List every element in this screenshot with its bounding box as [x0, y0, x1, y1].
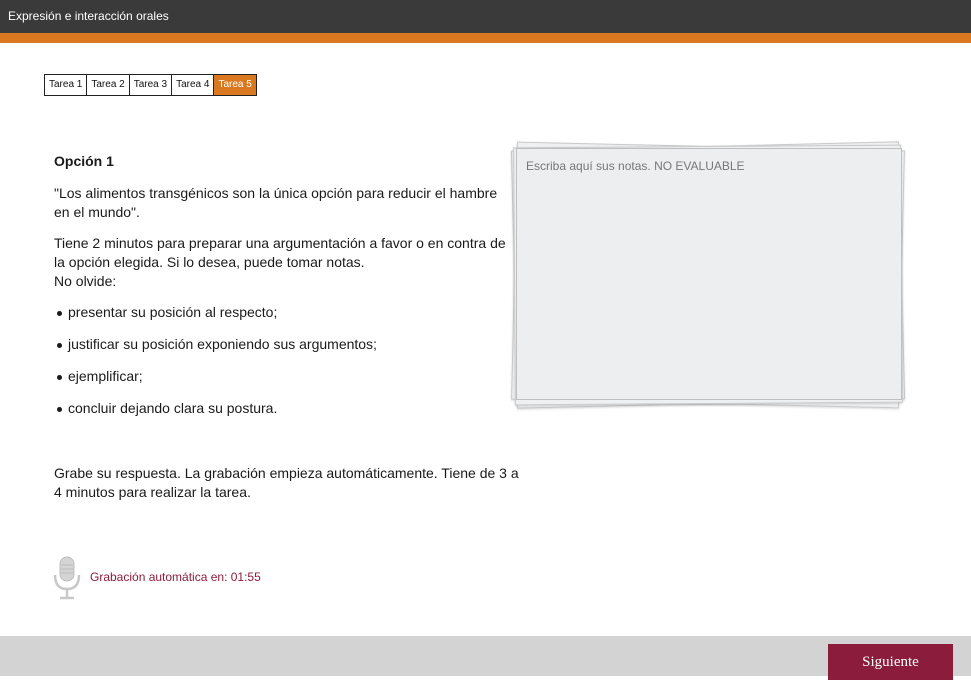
recording-instructions: Grabe su respuesta. La grabación empieza…	[54, 465, 519, 500]
instructions-reminder: No olvide:	[54, 273, 117, 289]
next-button[interactable]: Siguiente	[828, 644, 953, 680]
bullet-icon	[57, 407, 62, 412]
bullet-icon	[57, 311, 62, 316]
task-content: Opción 1 "Los alimentos transgénicos son…	[54, 152, 514, 431]
list-item: concluir dejando clara su postura.	[54, 399, 514, 418]
app-title: Expresión e interacción orales	[8, 9, 169, 23]
tab-tarea-4[interactable]: Tarea 4	[172, 75, 215, 95]
microphone-icon	[53, 556, 81, 600]
notes-area	[506, 136, 908, 416]
task-quote: "Los alimentos transgénicos son la única…	[54, 185, 498, 220]
app-title-bar: Expresión e interacción orales	[0, 0, 971, 33]
recording-countdown: Grabación automática en: 01:55	[90, 570, 261, 584]
list-item: justificar su posición exponiendo sus ar…	[54, 335, 514, 354]
accent-stripe	[0, 33, 971, 43]
tab-tarea-5[interactable]: Tarea 5	[214, 75, 256, 95]
notes-textarea[interactable]	[516, 148, 902, 400]
instruction-list: presentar su posición al respecto; justi…	[54, 303, 514, 418]
task-tabs: Tarea 1 Tarea 2 Tarea 3 Tarea 4 Tarea 5	[44, 74, 257, 96]
tab-tarea-3[interactable]: Tarea 3	[129, 75, 173, 95]
bullet-icon	[57, 343, 62, 348]
list-item: presentar su posición al respecto;	[54, 303, 514, 322]
list-item: ejemplificar;	[54, 367, 514, 386]
option-title: Opción 1	[54, 153, 114, 169]
bullet-icon	[57, 375, 62, 380]
instructions-text: Tiene 2 minutos para preparar una argume…	[54, 235, 506, 270]
tab-tarea-1[interactable]: Tarea 1	[45, 75, 88, 95]
tab-tarea-2[interactable]: Tarea 2	[87, 75, 130, 95]
footer-bar	[0, 636, 971, 676]
